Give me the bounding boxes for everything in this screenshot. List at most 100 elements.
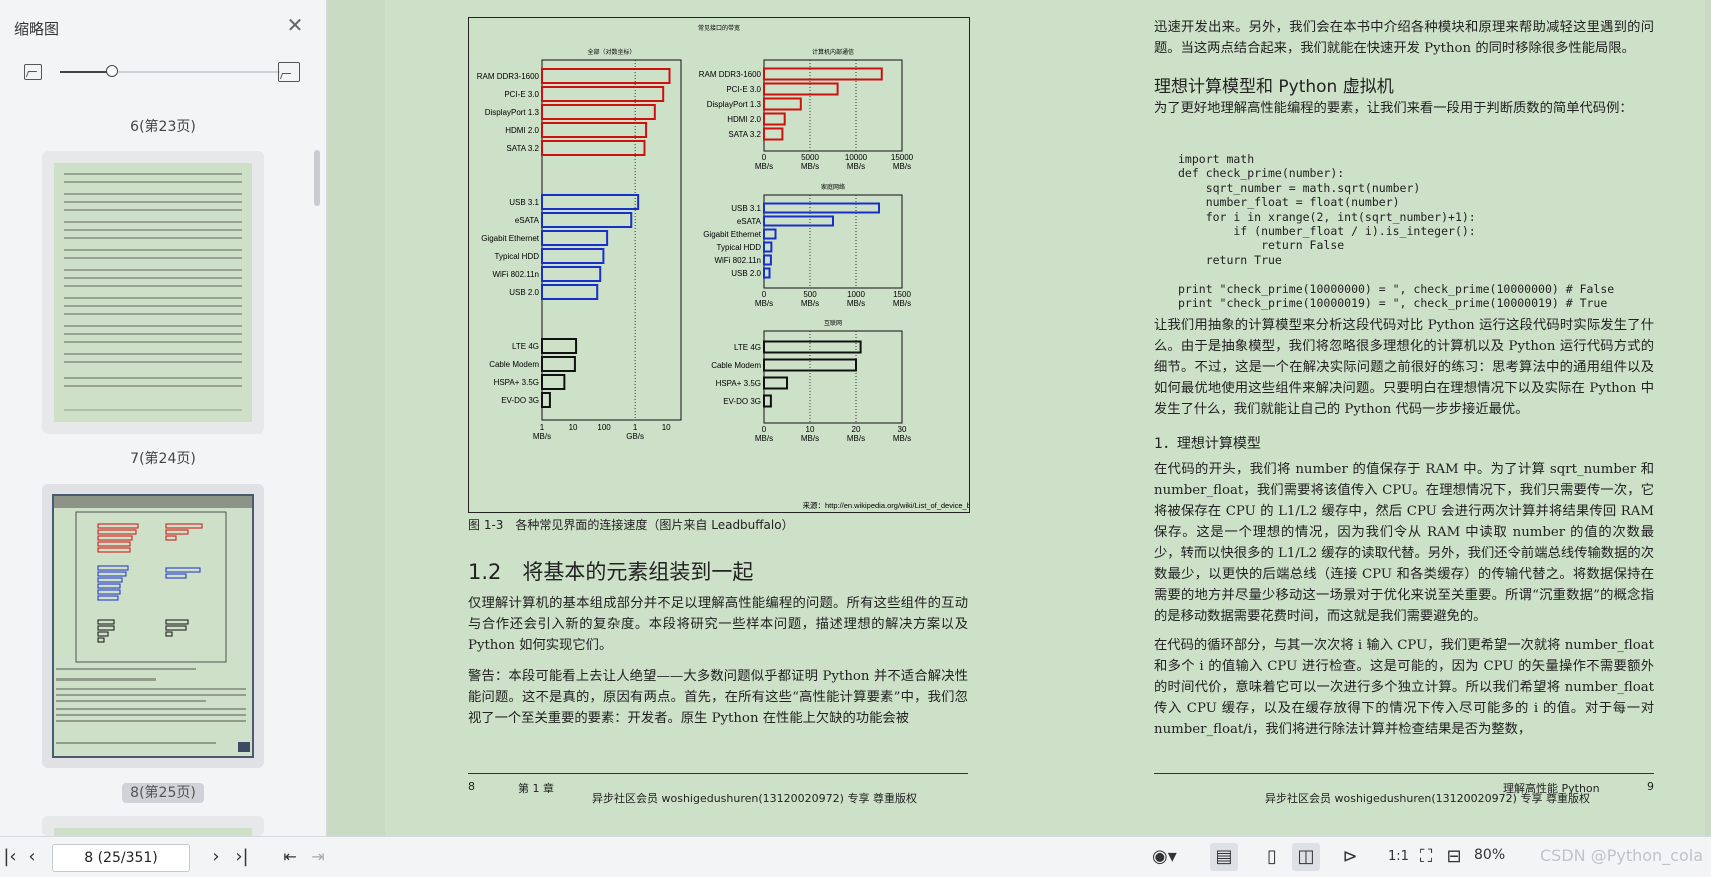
category-label: RAM DDR3-1600 [699,70,762,79]
page-number-input[interactable]: 8 (25/351) [52,844,190,872]
paragraph: 为了更好地理解高性能编程的要素，让我们来看一段用于判断质数的简单代码例： [1154,101,1633,116]
thumbnail-page-9[interactable] [42,816,264,836]
panel-title: 全部（对数坐标） [587,48,635,56]
eye-protection-icon[interactable]: ◉▾ [1152,843,1177,871]
bar [541,284,599,300]
bar [541,68,671,84]
unit-label: MB/s [755,162,773,171]
bar [763,241,773,253]
bar [763,215,834,227]
first-page-icon[interactable]: |‹ [0,843,20,871]
category-label: USB 2.0 [731,269,761,278]
thumbnail-page-7[interactable] [42,151,264,434]
section-heading: 1.2 将基本的元素组装到一起 [468,560,754,584]
bar [763,267,771,279]
tick-label: 10 [806,425,815,434]
category-label: PCI-E 3.0 [504,90,539,99]
bar [763,376,788,390]
unit-label: MB/s [847,434,865,443]
bar [541,194,640,210]
warning-paragraph: 警告：本段可能看上去让人绝望——大多数问题似乎都证明 Python 并不适合解决… [468,669,968,726]
panel-frame [541,59,682,421]
document-viewer: 常见接口的带宽 来源：http://en.wikipedia.org/wiki/L… [327,0,1711,836]
unit-label: GB/s [626,432,644,441]
bar [541,122,648,138]
continuous-scroll-icon[interactable]: ▤ [1210,843,1238,871]
thumbnail-sidebar: 缩略图 ✕ 6(第23页) 7(第24页) 8(第25页) [0,0,327,836]
back-icon[interactable]: ⇤ [280,843,300,871]
category-label: EV-DO 3G [723,397,761,406]
next-page-icon[interactable]: › [206,843,226,871]
panel-title: 家庭网络 [821,183,845,191]
tick-label: 1 [633,423,638,432]
footer-chapter: 第 1 章 [518,782,554,795]
large-image-icon[interactable] [278,62,300,82]
tick-label: 0 [762,290,767,299]
bar [763,97,802,111]
bar [763,340,862,354]
last-page-icon[interactable]: ›| [232,843,252,871]
two-page-icon[interactable]: ◫ [1292,843,1320,871]
footer-rule [1154,773,1654,774]
category-label: USB 3.1 [509,198,539,207]
category-label: Gigabit Ethernet [703,230,762,239]
slider-handle[interactable] [106,65,118,77]
actual-size-icon[interactable]: 1:1 [1388,843,1409,871]
sidebar-scrollbar[interactable] [314,150,320,206]
category-label: HSPA+ 3.5G [494,378,539,387]
tick-label: 30 [898,425,907,434]
panel-title: 互联网 [824,319,842,327]
code-block: import math def check_prime(number): sqrt… [1178,152,1615,311]
thumb-label-8: 8(第25页) [0,782,326,803]
panel-frame [763,194,903,289]
watermark: CSDN @Python_cola [1540,846,1703,865]
tick-label: 10 [662,423,671,432]
zoom-level[interactable]: 80% [1474,847,1505,863]
fit-width-icon[interactable]: ⊟ [1444,843,1464,871]
tick-label: 1000 [847,290,865,299]
chart-title: 常见接口的带宽 [698,24,740,32]
tick-label: 20 [852,425,861,434]
bar [541,356,576,372]
unit-label: MB/s [847,299,865,308]
forward-icon[interactable]: ⇥ [308,843,328,871]
fit-page-icon[interactable]: ⛶ [1416,843,1436,871]
paragraph: 在代码的循环部分，与其一次次将 i 输入 CPU，我们更希望一次就将 numbe… [1154,638,1654,737]
unit-label: MB/s [755,434,773,443]
unit-label: MB/s [847,162,865,171]
footer-page-number: 9 [1647,780,1654,793]
category-label: HSPA+ 3.5G [716,379,761,388]
footer-rule [468,773,968,774]
category-label: eSATA [515,216,540,225]
prev-page-icon[interactable]: ‹ [22,843,42,871]
bottom-toolbar: |‹ ‹ 8 (25/351) › ›| ⇤ ⇥ ◉▾ ▤ ▯ ◫ ⊳ 1:1 … [0,836,1711,877]
bar [541,212,633,228]
thumbnail-page-8[interactable] [42,484,264,768]
footer-page-number: 8 [468,780,475,793]
figure-chart: 常见接口的带宽 来源：http://en.wikipedia.org/wiki/L… [468,17,996,513]
bar [763,202,880,214]
bar [541,230,609,246]
page-spread: 常见接口的带宽 来源：http://en.wikipedia.org/wiki/L… [385,0,1705,836]
single-page-icon[interactable]: ▯ [1262,843,1282,871]
tick-label: 500 [803,290,817,299]
unit-label: MB/s [801,299,819,308]
category-label: PCI-E 3.0 [726,85,761,94]
paragraph: 让我们用抽象的计算模型来分析这段代码对比 Python 运行这段代码时实际发生了… [1154,318,1654,417]
thumbnail-preview [54,163,252,422]
thumbnail-zoom-control [20,60,300,84]
bar [763,127,784,141]
bar [763,228,777,240]
bar [541,140,646,156]
footer-owner: 异步社区会员 woshigedushuren(13120020972) 专享 尊… [592,792,917,805]
category-label: WiFi 802.11n [714,256,761,265]
play-icon[interactable]: ⊳ [1340,843,1360,871]
bar [541,86,665,102]
paragraph: 迅速开发出来。另外，我们会在本书中介绍各种模块和原理来帮助减轻这里遇到的问题。当… [1154,20,1654,56]
close-icon[interactable]: ✕ [284,14,306,36]
bandwidth-chart: 常见接口的带宽来源：http://en.wikipedia.org/wiki/L… [477,24,996,510]
tick-label: 1 [540,423,545,432]
small-image-icon[interactable] [24,64,42,80]
category-label: Typical HDD [717,243,762,252]
category-label: Gigabit Ethernet [481,234,540,243]
